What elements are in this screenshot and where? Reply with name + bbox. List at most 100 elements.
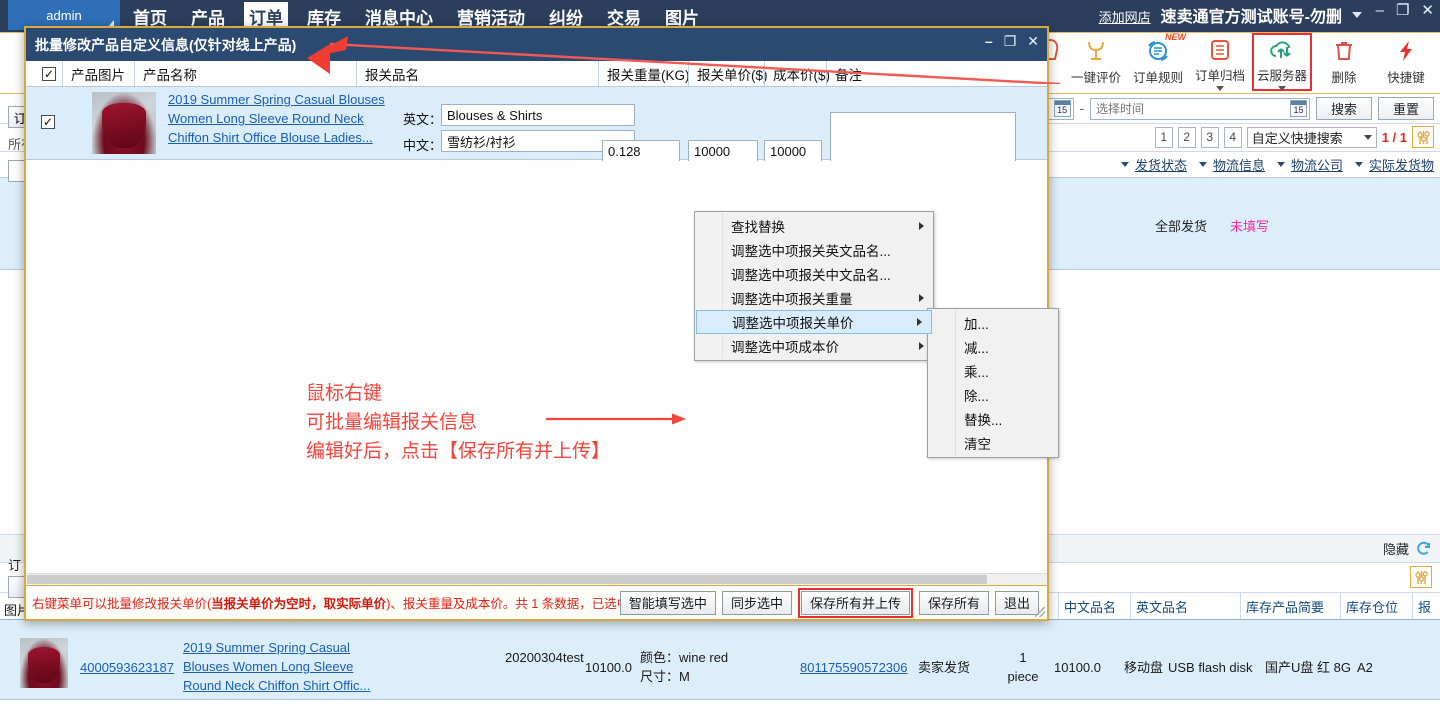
attr-color-label: 颜色： — [640, 650, 680, 665]
ribbon-item-order-archive[interactable]: 订单归档 — [1190, 33, 1250, 91]
cloud-sync-icon — [1268, 38, 1296, 64]
ribbon-item-hotkey[interactable]: 快捷键 — [1376, 33, 1436, 91]
page-button-3[interactable]: 3 — [1200, 126, 1219, 148]
menu-item-adjust-en-name[interactable]: 调整选中项报关英文品名... — [695, 238, 933, 262]
dialog-minimize-icon[interactable]: – — [985, 34, 993, 48]
ribbon-item-one-click-review[interactable]: 一键评价 — [1066, 33, 1126, 91]
account-area: 添加网店 速卖通官方测试账号-勿删 — [1099, 3, 1362, 27]
cell-attr-color: 颜色：wine red — [640, 648, 728, 667]
calendar-icon[interactable]: 15 — [1053, 99, 1071, 117]
en-name-label: 英文： — [403, 112, 443, 127]
cell-cn-name: 移动盘 — [1124, 660, 1164, 675]
account-chevron-down-icon[interactable] — [1352, 12, 1362, 18]
scrollbar-thumb[interactable] — [27, 575, 987, 584]
search-button[interactable]: 搜索 — [1316, 97, 1372, 120]
archive-icon — [1207, 36, 1233, 64]
menu-item-adjust-weight[interactable]: 调整选中项报关重量 — [695, 286, 933, 310]
page-button-4[interactable]: 4 — [1223, 126, 1242, 148]
column-cn-name[interactable]: 中文品名 — [1058, 593, 1130, 619]
submenu-item-divide[interactable]: 除... — [928, 383, 1058, 407]
row-checkbox-wrap: ✓ — [41, 114, 55, 129]
reset-button[interactable]: 重置 — [1378, 97, 1434, 120]
page-button-2[interactable]: 2 — [1177, 126, 1196, 148]
column-stock-summary[interactable]: 库存产品简要 — [1240, 593, 1340, 619]
cell-product-name[interactable]: 2019 Summer Spring Casual Blouses Women … — [183, 638, 373, 695]
declare-price-input[interactable]: 10000 — [688, 140, 758, 162]
attr-size-value: M — [679, 669, 690, 684]
dialog-grid-row[interactable]: ✓ 2019 Summer Spring Casual Blouses Wome… — [26, 87, 1047, 170]
menu-item-adjust-declare-price[interactable]: 调整选中项报关单价 — [696, 310, 932, 334]
submenu-item-multiply[interactable]: 乘... — [928, 359, 1058, 383]
exit-button[interactable]: 退出 — [994, 590, 1039, 615]
ribbon-item-cloud-server[interactable]: 云服务器 — [1252, 33, 1312, 91]
submenu-item-replace[interactable]: 替换... — [928, 407, 1058, 431]
ribbon-item-order-rules[interactable]: NEW 订单规则 — [1128, 32, 1188, 91]
product-thumbnail — [92, 92, 156, 154]
grid-header-cell[interactable]: 物流信息 — [1193, 152, 1271, 178]
header-product-image[interactable]: 产品图片 — [62, 61, 125, 86]
maximize-icon[interactable]: ❐ — [1396, 3, 1409, 18]
quick-search-select[interactable]: 自定义快捷搜索 — [1246, 126, 1377, 148]
submenu-item-clear[interactable]: 清空 — [928, 431, 1058, 455]
detail-grid-row[interactable]: 4000593623187 2019 Summer Spring Casual … — [0, 620, 1440, 700]
detail-column-config-button[interactable] — [1410, 566, 1432, 588]
trash-icon — [1331, 36, 1357, 66]
cloud-server-chevron-down-icon[interactable] — [1278, 86, 1286, 91]
dialog-product-name[interactable]: 2019 Summer Spring Casual Blouses Women … — [168, 90, 386, 147]
header-declare-price[interactable]: 报关单价($) — [688, 61, 768, 86]
cost-price-input[interactable]: 10000 — [764, 140, 822, 162]
attr-color-value: wine red — [679, 650, 729, 665]
select-all-checkbox[interactable]: ✓ — [42, 66, 56, 81]
dialog-maximize-icon[interactable]: ❐ — [1004, 34, 1017, 48]
row-checkbox[interactable]: ✓ — [41, 115, 55, 129]
menu-item-find-replace[interactable]: 查找替换 — [695, 214, 933, 238]
page-button-1[interactable]: 1 — [1154, 126, 1173, 148]
menu-item-adjust-cn-name[interactable]: 调整选中项报关中文品名... — [695, 262, 933, 286]
en-name-input[interactable]: Blouses & Shirts — [441, 104, 635, 126]
header-product-name[interactable]: 产品名称 — [134, 61, 197, 86]
grid-header-cell[interactable]: 发货状态 — [1115, 152, 1193, 178]
cell-stock-summary: 国产U盘 红 8G — [1265, 660, 1351, 675]
date-to-input[interactable]: 选择时间 15 — [1090, 97, 1310, 120]
resize-grip[interactable] — [1035, 607, 1045, 617]
cell-product-id[interactable]: 4000593623187 — [80, 658, 174, 677]
save-all-and-upload-button[interactable]: 保存所有并上传 — [800, 590, 910, 615]
footer-note-c: )、报关重量及成本价。共 1 条数据，已选中 1 条 — [386, 597, 656, 611]
submenu-item-add[interactable]: 加... — [928, 311, 1058, 335]
menu-item-adjust-cost-price[interactable]: 调整选中项成本价 — [695, 334, 933, 358]
add-shop-link[interactable]: 添加网店 — [1099, 7, 1151, 26]
header-declare-name[interactable]: 报关品名 — [356, 61, 419, 86]
submenu-item-subtract[interactable]: 减... — [928, 335, 1058, 359]
column-declare[interactable]: 报 — [1412, 593, 1440, 619]
column-stock-location[interactable]: 库存仓位 — [1340, 593, 1412, 619]
column-en-name[interactable]: 英文品名 — [1130, 593, 1240, 619]
cell-tracking-number[interactable]: 801175590572306 — [800, 658, 908, 677]
cell-sku: 20200304test — [505, 650, 584, 665]
context-submenu: 加... 减... 乘... 除... 替换... 清空 — [927, 308, 1059, 458]
header-cost-price[interactable]: 成本价($) — [764, 61, 830, 86]
declare-weight-input[interactable]: 0.128 — [602, 140, 680, 162]
context-menu: 查找替换 调整选中项报关英文品名... 调整选中项报关中文品名... 调整选中项… — [694, 211, 934, 361]
header-declare-weight[interactable]: 报关重量(KG) — [598, 61, 690, 86]
save-all-button[interactable]: 保存所有 — [918, 590, 989, 615]
select-all-header: ✓ — [34, 61, 56, 86]
close-icon[interactable]: ✕ — [1421, 3, 1434, 18]
calendar-icon-2[interactable]: 15 — [1290, 99, 1307, 117]
hide-label[interactable]: 隐藏 — [1383, 539, 1409, 558]
column-config-button[interactable] — [1412, 126, 1434, 148]
ribbon-item-delete[interactable]: 删除 — [1314, 33, 1374, 91]
refresh-icon[interactable] — [1415, 540, 1432, 557]
grid-header-cell[interactable]: 物流公司 — [1271, 152, 1349, 178]
header-remark[interactable]: 备注 — [826, 61, 862, 86]
grid-header-cell[interactable]: 实际发货物 — [1349, 152, 1440, 178]
detail-grid-footer — [0, 700, 1440, 717]
user-tab-label: admin — [46, 7, 82, 23]
order-archive-chevron-down-icon[interactable] — [1216, 86, 1224, 91]
dialog-close-icon[interactable]: ✕ — [1027, 34, 1039, 48]
ribbon-label-order-archive: 订单归档 — [1194, 69, 1245, 83]
sync-selected-button[interactable]: 同步选中 — [721, 590, 792, 615]
smart-fill-button[interactable]: 智能填写选中 — [619, 590, 716, 615]
minimize-icon[interactable]: – — [1376, 3, 1384, 18]
product-thumbnail-small — [20, 638, 68, 688]
dialog-horizontal-scrollbar[interactable] — [26, 573, 1047, 585]
